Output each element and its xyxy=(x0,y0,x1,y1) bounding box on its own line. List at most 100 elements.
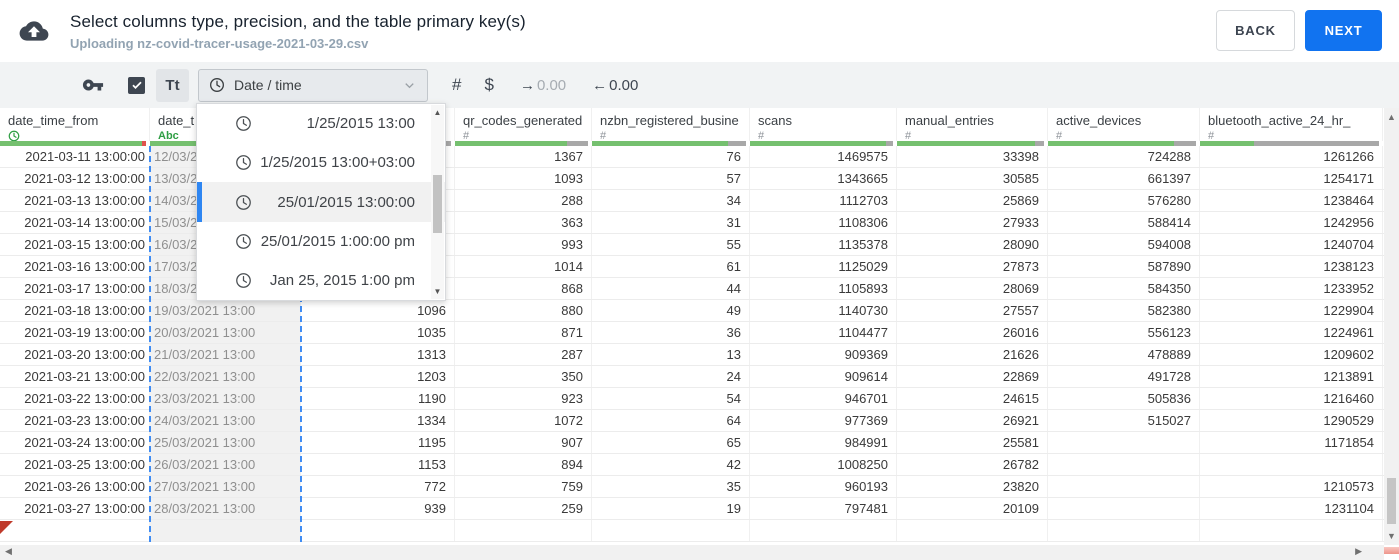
cell[interactable]: 25/03/2021 13:00 xyxy=(150,432,301,453)
cell[interactable]: 2021-03-24 13:00:00 xyxy=(0,432,150,453)
format-option[interactable]: 1/25/2015 13:00+03:00 xyxy=(197,143,445,182)
cell[interactable] xyxy=(0,520,150,541)
cell[interactable]: 1135378 xyxy=(750,234,897,255)
cell[interactable]: 1093 xyxy=(455,168,592,189)
cell[interactable]: 2021-03-17 13:00:00 xyxy=(0,278,150,299)
cell[interactable]: 1035 xyxy=(301,322,455,343)
cell[interactable] xyxy=(1048,498,1200,519)
cell[interactable]: 1008250 xyxy=(750,454,897,475)
cell[interactable]: 1254171 xyxy=(1200,168,1383,189)
cell[interactable] xyxy=(1048,520,1200,541)
cell[interactable]: 31 xyxy=(592,212,750,233)
cell[interactable]: 1190 xyxy=(301,388,455,409)
primary-key-icon[interactable] xyxy=(82,74,104,96)
scroll-up-arrow-icon[interactable]: ▲ xyxy=(1384,112,1399,122)
cell[interactable]: 287 xyxy=(455,344,592,365)
cell[interactable]: 26782 xyxy=(897,454,1048,475)
cell[interactable]: 26016 xyxy=(897,322,1048,343)
horizontal-scrollbar[interactable]: ◀ ▶ xyxy=(0,545,1384,560)
cell[interactable]: 1367 xyxy=(455,146,592,167)
cell[interactable]: 21/03/2021 13:00 xyxy=(150,344,301,365)
cell[interactable]: 1233952 xyxy=(1200,278,1383,299)
increase-precision-button[interactable]: → 0.00 xyxy=(520,77,566,94)
cell[interactable]: 64 xyxy=(592,410,750,431)
cell[interactable]: 1125029 xyxy=(750,256,897,277)
cell[interactable]: 2021-03-11 13:00:00 xyxy=(0,146,150,167)
format-option[interactable]: 25/01/2015 13:00:00 xyxy=(197,182,445,222)
cell[interactable]: 871 xyxy=(455,322,592,343)
column-header-manual_entries[interactable]: manual_entries # xyxy=(897,108,1048,141)
format-option[interactable]: Jan 25, 2015 1:00 pm xyxy=(197,261,445,300)
cell[interactable] xyxy=(301,520,455,541)
cell[interactable]: 28/03/2021 13:00 xyxy=(150,498,301,519)
cell[interactable]: 1290529 xyxy=(1200,410,1383,431)
cell[interactable]: 1238123 xyxy=(1200,256,1383,277)
cell[interactable]: 42 xyxy=(592,454,750,475)
cell[interactable]: 350 xyxy=(455,366,592,387)
cell[interactable]: 977369 xyxy=(750,410,897,431)
cell[interactable]: 1171854 xyxy=(1200,432,1383,453)
cell[interactable]: 2021-03-25 13:00:00 xyxy=(0,454,150,475)
cell[interactable]: 1229904 xyxy=(1200,300,1383,321)
cell[interactable]: 22869 xyxy=(897,366,1048,387)
cell[interactable]: 1096 xyxy=(301,300,455,321)
cell[interactable]: 24/03/2021 13:00 xyxy=(150,410,301,431)
column-header-active_devices[interactable]: active_devices # xyxy=(1048,108,1200,141)
cell[interactable]: 491728 xyxy=(1048,366,1200,387)
cell[interactable] xyxy=(592,520,750,541)
cell[interactable]: 1072 xyxy=(455,410,592,431)
cell[interactable]: 576280 xyxy=(1048,190,1200,211)
column-header-nzbn_registered_busine[interactable]: nzbn_registered_busine # xyxy=(592,108,750,141)
cell[interactable]: 2021-03-16 13:00:00 xyxy=(0,256,150,277)
cell[interactable]: 984991 xyxy=(750,432,897,453)
cell[interactable]: 24615 xyxy=(897,388,1048,409)
column-header-qr_codes_generated[interactable]: qr_codes_generated # xyxy=(455,108,592,141)
vertical-scrollbar[interactable]: ▲ ▼ xyxy=(1384,108,1399,545)
cell[interactable]: 772 xyxy=(301,476,455,497)
cell[interactable]: 20109 xyxy=(897,498,1048,519)
cell[interactable]: 1203 xyxy=(301,366,455,387)
cell[interactable] xyxy=(1048,432,1200,453)
cell[interactable]: 25581 xyxy=(897,432,1048,453)
cell[interactable]: 2021-03-26 13:00:00 xyxy=(0,476,150,497)
cell[interactable]: 76 xyxy=(592,146,750,167)
cell[interactable]: 55 xyxy=(592,234,750,255)
format-option[interactable]: 25/01/2015 1:00:00 pm xyxy=(197,222,445,261)
cell[interactable]: 65 xyxy=(592,432,750,453)
cell[interactable]: 20/03/2021 13:00 xyxy=(150,322,301,343)
cell[interactable]: 1261266 xyxy=(1200,146,1383,167)
cell[interactable]: 505836 xyxy=(1048,388,1200,409)
cell[interactable]: 1238464 xyxy=(1200,190,1383,211)
cell[interactable]: 1469575 xyxy=(750,146,897,167)
cell[interactable]: 2021-03-15 13:00:00 xyxy=(0,234,150,255)
cell[interactable]: 23/03/2021 13:00 xyxy=(150,388,301,409)
cell[interactable]: 1140730 xyxy=(750,300,897,321)
cell[interactable]: 1104477 xyxy=(750,322,897,343)
cell[interactable]: 993 xyxy=(455,234,592,255)
cell[interactable]: 2021-03-19 13:00:00 xyxy=(0,322,150,343)
cell[interactable]: 724288 xyxy=(1048,146,1200,167)
cell[interactable]: 907 xyxy=(455,432,592,453)
cell[interactable]: 1213891 xyxy=(1200,366,1383,387)
scroll-left-arrow-icon[interactable]: ◀ xyxy=(5,546,12,557)
cell[interactable]: 28090 xyxy=(897,234,1048,255)
column-header-bluetooth_active_24_hr_[interactable]: bluetooth_active_24_hr_ # xyxy=(1200,108,1383,141)
cell[interactable]: 1112703 xyxy=(750,190,897,211)
cell[interactable] xyxy=(1048,476,1200,497)
cell[interactable]: 939 xyxy=(301,498,455,519)
cell[interactable]: 588414 xyxy=(1048,212,1200,233)
cell[interactable]: 36 xyxy=(592,322,750,343)
cell[interactable]: 54 xyxy=(592,388,750,409)
cell[interactable] xyxy=(897,520,1048,541)
cell[interactable]: 33398 xyxy=(897,146,1048,167)
cell[interactable]: 27557 xyxy=(897,300,1048,321)
cell[interactable]: 587890 xyxy=(1048,256,1200,277)
cell[interactable]: 1240704 xyxy=(1200,234,1383,255)
cell[interactable]: 2021-03-23 13:00:00 xyxy=(0,410,150,431)
cell[interactable]: 30585 xyxy=(897,168,1048,189)
cell[interactable]: 556123 xyxy=(1048,322,1200,343)
cell[interactable]: 13 xyxy=(592,344,750,365)
column-type-select[interactable]: Date / time xyxy=(198,68,428,102)
cell[interactable] xyxy=(150,520,301,541)
cell[interactable]: 582380 xyxy=(1048,300,1200,321)
